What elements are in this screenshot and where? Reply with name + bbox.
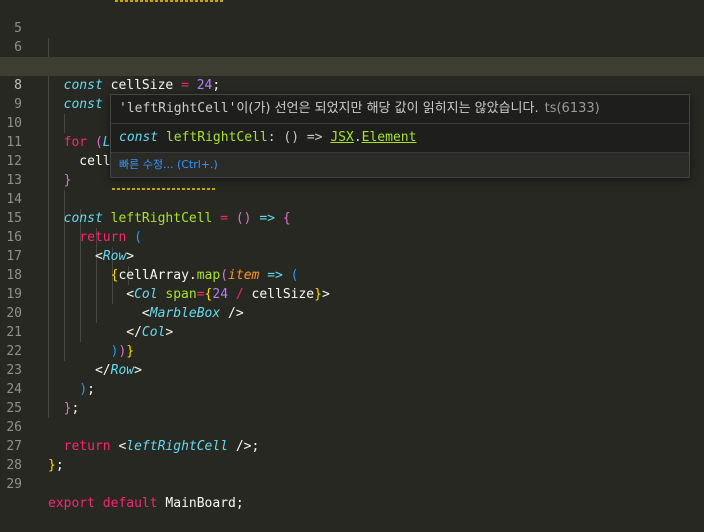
diagnostic-code: ts(6133) (544, 101, 600, 116)
code-line[interactable]: 19 <MarbleBox /> (0, 266, 704, 321)
code-line[interactable]: 27 }; (0, 418, 704, 473)
diagnostic-variable: 'leftRightCell' (119, 101, 237, 116)
hover-actions: 빠른 수정... (Ctrl+.) (111, 153, 689, 177)
code-line[interactable]: 24 }; (0, 361, 704, 416)
code-line[interactable]: 15 return ( (0, 190, 704, 245)
code-line[interactable]: 9 (0, 76, 704, 112)
code-line[interactable]: 5 (0, 0, 704, 36)
code-line[interactable]: 17 {cellArray.map(item => ( (0, 228, 704, 283)
hover-tooltip[interactable]: 'leftRightCell'이(가) 선언은 되었지만 해당 값이 읽히지는 … (110, 94, 690, 178)
code-line[interactable]: 22 </Row> (0, 323, 704, 378)
code-line[interactable]: 7 const cellSize = 24; (0, 38, 704, 93)
code-line[interactable]: 21 ))} (0, 304, 704, 359)
sig-dot: . (353, 130, 362, 145)
quick-fix-link[interactable]: 빠른 수정... (Ctrl+.) (119, 158, 218, 171)
code-editor[interactable]: 5 6 const MainBoard = () => { 7 const ce… (0, 0, 704, 511)
sig-namespace-link[interactable]: JSX (330, 130, 353, 145)
code-line[interactable]: 23 ); (0, 342, 704, 397)
type-signature: const leftRightCell: () => JSX.Element (111, 124, 689, 153)
sig-keyword: const (119, 130, 159, 145)
diagnostic-message: 'leftRightCell'이(가) 선언은 되었지만 해당 값이 읽히지는 … (111, 95, 689, 124)
code-line[interactable]: 26 return <leftRightCell />; (0, 399, 704, 454)
code-text: export default MainBoard; (48, 496, 244, 511)
code-line[interactable]: 6 const MainBoard = () => { (0, 19, 704, 74)
code-line[interactable]: 29 export default MainBoard; (0, 456, 704, 511)
code-line[interactable]: 20 </Col> (0, 285, 704, 340)
sig-arrow: : () => (267, 130, 323, 145)
code-line[interactable]: 16 <Row> (0, 209, 704, 264)
code-line[interactable]: 18 <Col span={24 / cellSize}> (0, 247, 704, 302)
sig-type-link[interactable]: Element (362, 130, 417, 145)
sig-name: leftRightCell (165, 130, 268, 145)
diagnostic-text: 이(가) 선언은 되었지만 해당 값이 읽히지는 않았습니다. (236, 101, 539, 116)
code-line[interactable]: 28 (0, 437, 704, 473)
code-line-current[interactable]: 8 const cellArray = []; (0, 57, 704, 113)
code-line[interactable]: 25 (0, 380, 704, 416)
